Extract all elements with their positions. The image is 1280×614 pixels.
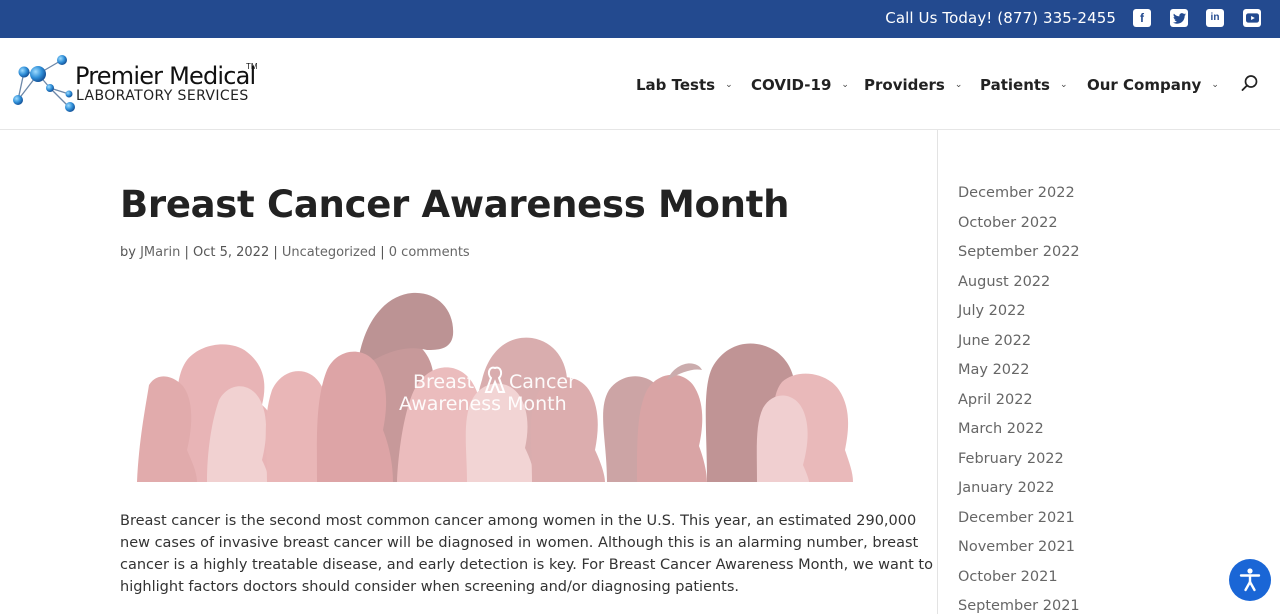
sidebar-divider: [937, 130, 938, 614]
molecule-logo-icon: [13, 55, 75, 112]
category-link[interactable]: Uncategorized: [282, 245, 376, 260]
nav-patients[interactable]: Patients ⌄: [980, 75, 1068, 95]
facebook-icon[interactable]: f: [1133, 9, 1151, 27]
archive-link[interactable]: June 2022: [958, 330, 1080, 360]
archive-list: December 2022 October 2022 September 202…: [958, 182, 1080, 614]
archive-link[interactable]: May 2022: [958, 359, 1080, 389]
archive-link[interactable]: February 2022: [958, 448, 1080, 478]
archive-link[interactable]: December 2021: [958, 507, 1080, 537]
archive-link[interactable]: October 2022: [958, 212, 1080, 242]
nav-lab-tests[interactable]: Lab Tests ⌄: [636, 75, 733, 95]
nav-providers[interactable]: Providers ⌄: [864, 75, 962, 95]
hero-text-awareness-month: Awareness Month: [399, 393, 567, 415]
chevron-down-icon: ⌄: [725, 80, 733, 90]
twitter-icon[interactable]: [1170, 9, 1188, 27]
site-header: Premier Medical TM LABORATORY SERVICES L…: [0, 38, 1280, 130]
post-title: Breast Cancer Awareness Month: [120, 183, 790, 226]
hero-image: Breast Cancer Awareness Month: [137, 292, 853, 482]
nav-our-company[interactable]: Our Company ⌄: [1087, 75, 1219, 95]
chevron-down-icon: ⌄: [1211, 80, 1219, 90]
logo-name: Premier Medical: [75, 62, 256, 90]
archive-link[interactable]: January 2022: [958, 477, 1080, 507]
logo-trademark: TM: [246, 62, 258, 71]
archive-link[interactable]: March 2022: [958, 418, 1080, 448]
archive-link[interactable]: August 2022: [958, 271, 1080, 301]
top-bar: Call Us Today! (877) 335-2455 f in: [0, 0, 1280, 38]
archive-link[interactable]: April 2022: [958, 389, 1080, 419]
post-meta: by JMarin | Oct 5, 2022 | Uncategorized …: [120, 245, 470, 260]
chevron-down-icon: ⌄: [1059, 80, 1068, 90]
search-icon[interactable]: [1241, 74, 1259, 92]
logo-subtitle: LABORATORY SERVICES: [76, 88, 249, 104]
archive-link[interactable]: July 2022: [958, 300, 1080, 330]
phone-number[interactable]: Call Us Today! (877) 335-2455: [885, 9, 1116, 27]
archive-link[interactable]: September 2021: [958, 595, 1080, 614]
hero-text-cancer: Cancer: [509, 371, 576, 393]
site-logo[interactable]: Premier Medical TM LABORATORY SERVICES: [12, 54, 262, 114]
linkedin-icon[interactable]: in: [1206, 9, 1224, 27]
archive-link[interactable]: October 2021: [958, 566, 1080, 596]
post-date: Oct 5, 2022: [192, 245, 270, 260]
youtube-icon[interactable]: [1243, 9, 1261, 27]
archive-link[interactable]: November 2021: [958, 536, 1080, 566]
accessibility-button[interactable]: [1229, 559, 1271, 601]
nav-covid-19[interactable]: COVID-19 ⌄: [751, 75, 849, 95]
archive-link[interactable]: December 2022: [958, 182, 1080, 212]
author-link[interactable]: JMarin: [140, 245, 180, 260]
accessibility-icon: [1239, 568, 1261, 592]
chevron-down-icon: ⌄: [954, 80, 963, 90]
hero-text-breast: Breast: [413, 371, 474, 393]
archive-link[interactable]: September 2022: [958, 241, 1080, 271]
comments-link[interactable]: 0 comments: [389, 245, 470, 260]
post-body: Breast cancer is the second most common …: [120, 513, 933, 595]
chevron-down-icon: ⌄: [841, 80, 849, 90]
